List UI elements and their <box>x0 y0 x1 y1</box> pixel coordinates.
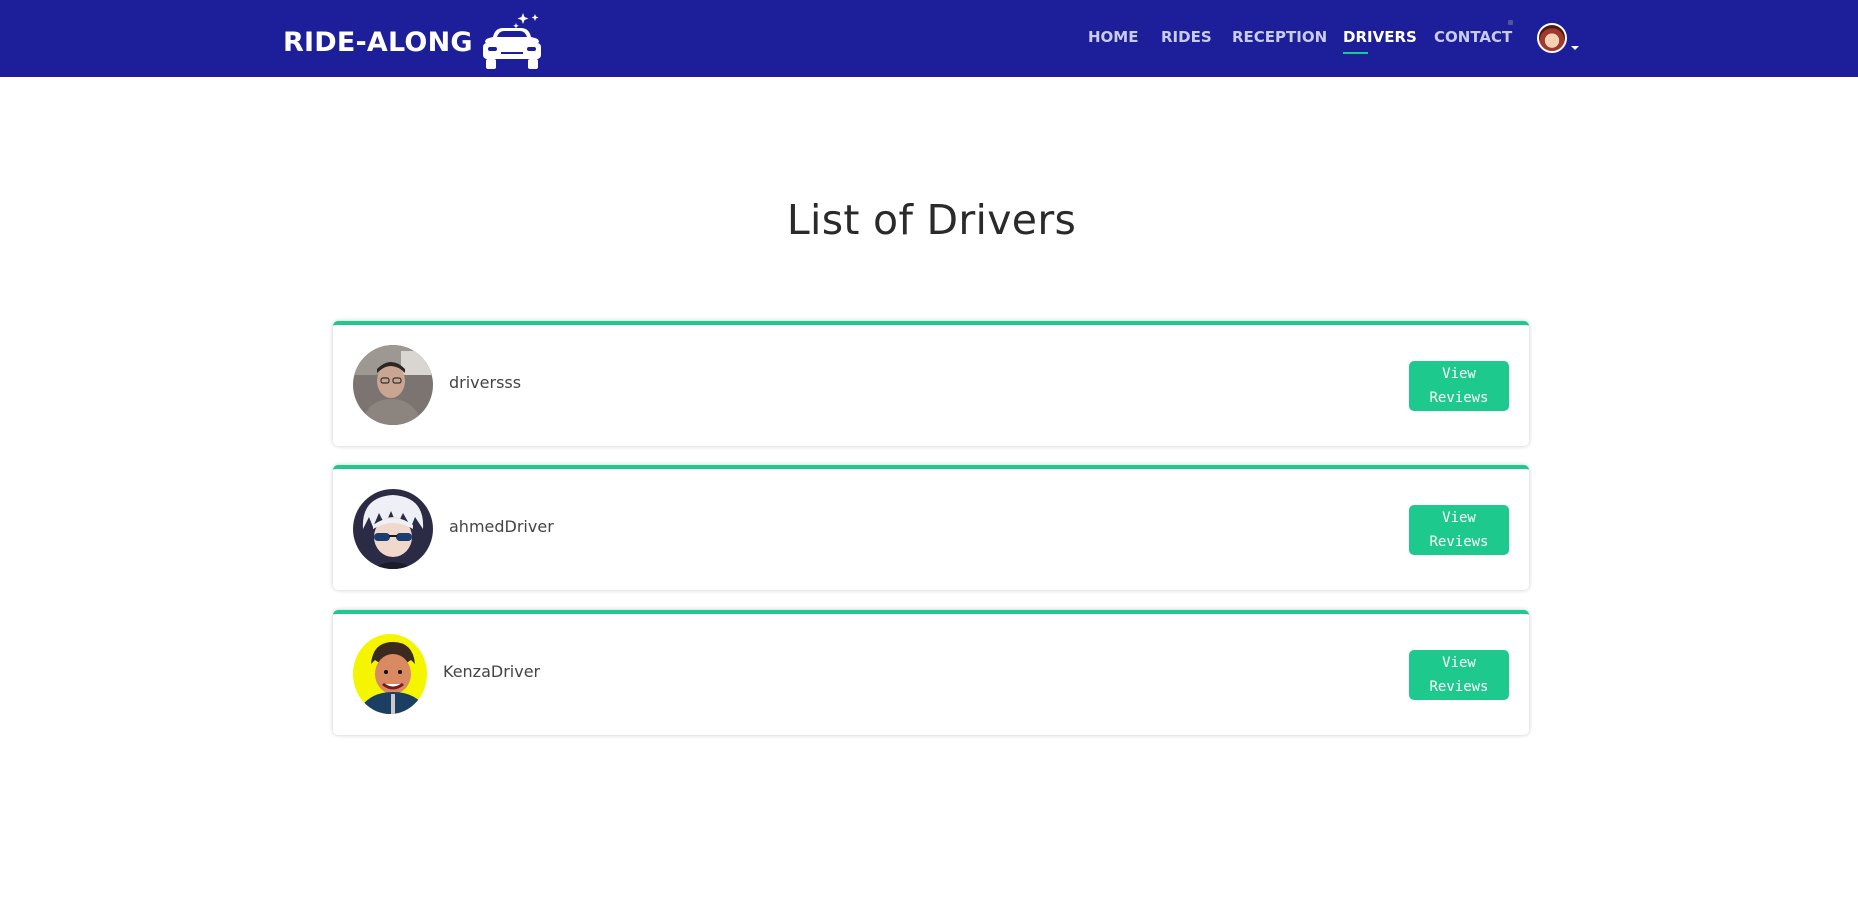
view-reviews-button[interactable]: View Reviews <box>1409 505 1509 555</box>
nav-drivers[interactable]: DRIVERS <box>1343 28 1417 46</box>
nav-rides[interactable]: RIDES <box>1161 28 1212 46</box>
driver-avatar <box>353 345 433 425</box>
driver-avatar <box>353 489 433 569</box>
brand-name: RIDE-ALONG <box>283 26 473 58</box>
driver-name: driversss <box>449 373 522 392</box>
driver-name: KenzaDriver <box>443 662 541 681</box>
chevron-down-icon[interactable] <box>1571 46 1579 50</box>
page-title: List of Drivers <box>786 196 1077 244</box>
car-with-sparkles-icon <box>482 13 541 69</box>
brand-logo[interactable]: RIDE-ALONG <box>283 13 543 70</box>
nav-home[interactable]: HOME <box>1088 28 1138 46</box>
driver-name: ahmedDriver <box>449 517 554 536</box>
nav-contact[interactable]: CONTACT <box>1434 28 1512 46</box>
notification-dot <box>1508 20 1513 25</box>
driver-card: ahmedDriver View Reviews <box>333 465 1529 590</box>
view-reviews-button[interactable]: View Reviews <box>1409 650 1509 700</box>
driver-card: KenzaDriver View Reviews <box>333 610 1529 735</box>
nav-reception[interactable]: RECEPTION <box>1232 28 1327 46</box>
driver-card: driversss View Reviews <box>333 321 1529 446</box>
user-avatar-icon[interactable] <box>1537 23 1567 53</box>
driver-avatar <box>353 634 427 714</box>
top-navbar: RIDE-ALONG HOME RIDES RECEPTION DRIVERS … <box>0 0 1858 77</box>
view-reviews-button[interactable]: View Reviews <box>1409 361 1509 411</box>
active-nav-indicator <box>1343 52 1368 54</box>
